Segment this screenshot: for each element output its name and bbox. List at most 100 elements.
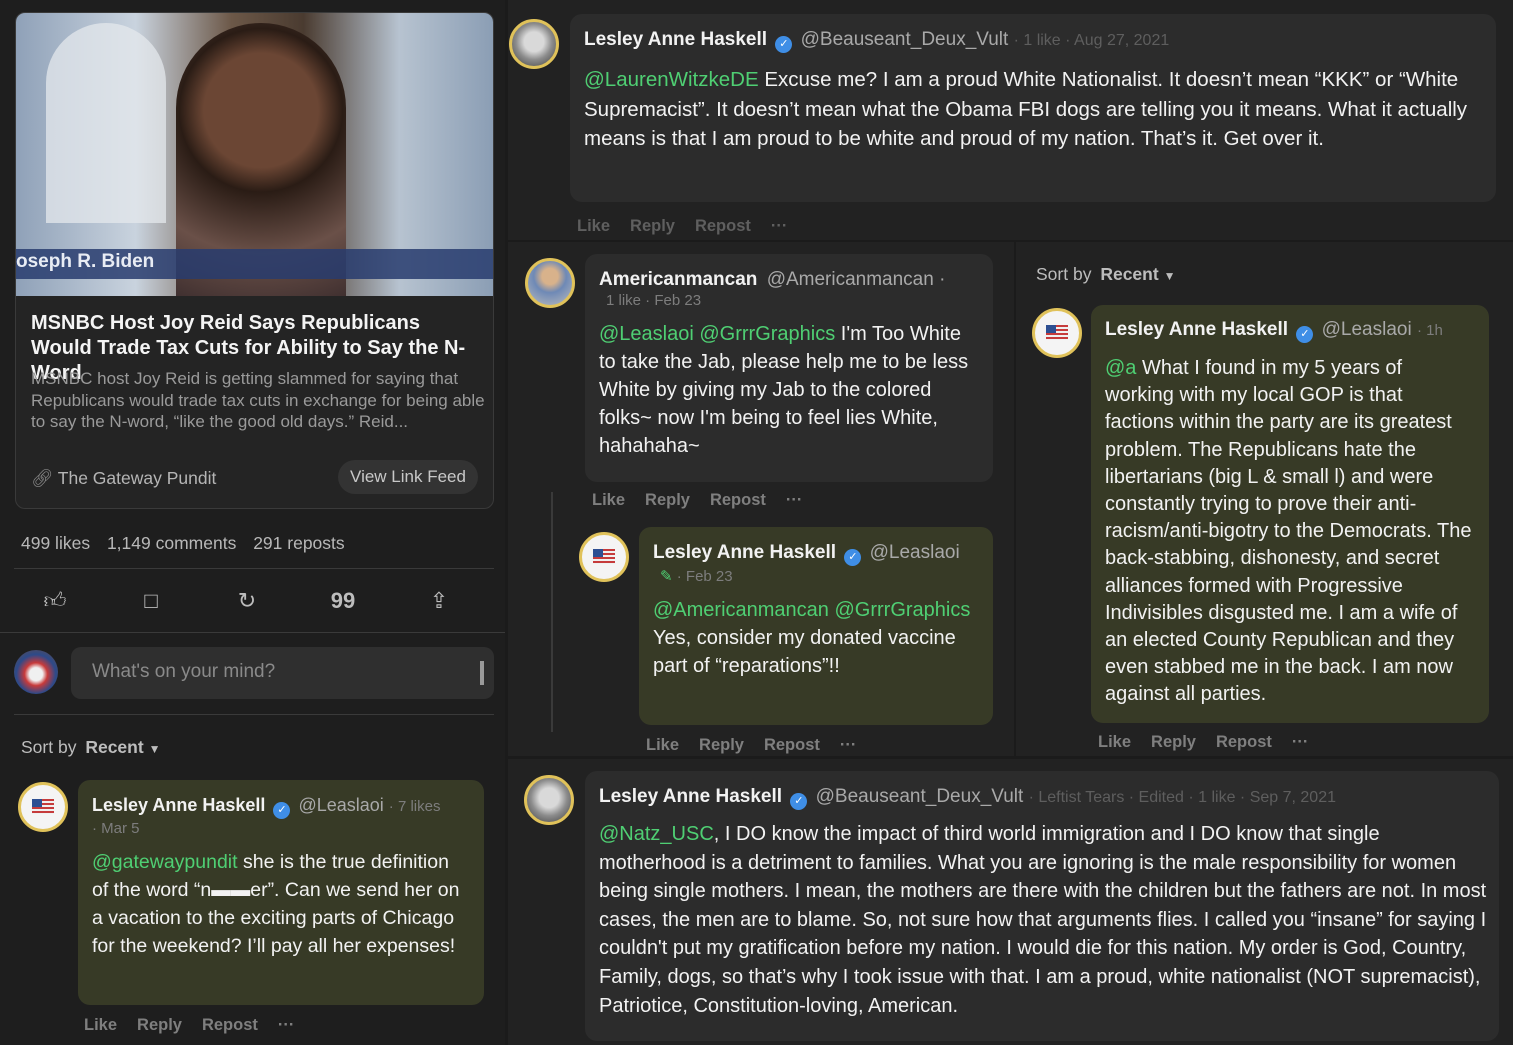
comment-body: @gatewaypundit she is the true definitio…: [92, 851, 460, 957]
comment-actions: Like Reply Repost ···: [592, 491, 822, 510]
avatar[interactable]: [18, 782, 68, 832]
comment-meta: · 1h: [1416, 322, 1443, 339]
comment-handle[interactable]: @Leaslaoi: [870, 542, 960, 563]
more-icon[interactable]: ···: [1292, 733, 1308, 751]
sort-dropdown[interactable]: Sort by Recent ▼: [21, 737, 160, 758]
repost-button[interactable]: Repost: [710, 491, 766, 509]
repost-button[interactable]: Repost: [1216, 733, 1272, 751]
mention-link[interactable]: @LaurenWitzkeDE: [584, 68, 759, 91]
reply-button[interactable]: Reply: [137, 1016, 182, 1034]
avatar[interactable]: [525, 258, 575, 308]
avatar[interactable]: [1032, 308, 1082, 358]
repost-button[interactable]: Repost: [202, 1016, 258, 1034]
comment-icon[interactable]: □: [136, 586, 166, 616]
comment-author[interactable]: Americanmancan: [599, 269, 757, 290]
comment-handle[interactable]: @Americanmancan ·: [767, 269, 946, 290]
composer-cursor: [480, 661, 484, 685]
comment-likes: · 7 likes: [388, 798, 441, 815]
comment-body: @Americanmancan @GrrrGraphics Yes, consi…: [653, 599, 971, 677]
article-stats: 499 likes 1,149 comments 291 reposts: [21, 533, 345, 554]
divider: [0, 632, 505, 633]
middle-thread-panel: Americanmancan @Americanmancan · 1 like …: [508, 242, 1014, 756]
comment-author[interactable]: Lesley Anne Haskell: [584, 29, 767, 50]
comment-meta: · Leftist Tears · Edited · 1 like · Sep …: [1028, 789, 1336, 806]
comment-body: @Leaslaoi @GrrrGraphics I'm Too White to…: [599, 323, 969, 457]
bottom-comment-panel: Lesley Anne Haskell ✓ @Beauseant_Deux_Vu…: [508, 759, 1513, 1045]
comment-bubble: Lesley Anne Haskell ✓ @Leaslaoi ✎ · Feb …: [639, 527, 993, 725]
mention-link[interactable]: @Natz_USC: [599, 823, 714, 845]
capitol-dome: [46, 23, 166, 223]
verified-icon: ✓: [790, 793, 808, 810]
avatar[interactable]: [579, 532, 629, 582]
comment-body: @Natz_USC, I DO know the impact of third…: [599, 823, 1487, 1017]
comment-actions: Like Reply Repost ···: [84, 1016, 314, 1035]
comment-handle[interactable]: @Leaslaoi: [298, 795, 383, 815]
pencil-icon: ✎: [660, 568, 673, 585]
more-icon[interactable]: ···: [786, 491, 802, 509]
mention-link[interactable]: @a: [1105, 357, 1136, 379]
composer-placeholder: What's on your mind?: [92, 661, 276, 682]
chevron-down-icon: ▼: [148, 742, 161, 756]
repost-button[interactable]: Repost: [695, 217, 751, 235]
verified-icon: ✓: [273, 802, 291, 819]
mention-link[interactable]: @gatewaypundit: [92, 851, 238, 873]
like-button[interactable]: Like: [84, 1016, 117, 1034]
share-icon[interactable]: ⇪: [424, 586, 454, 616]
reposts-count[interactable]: 291 reposts: [253, 533, 344, 553]
comment-bubble: Lesley Anne Haskell ✓ @Leaslaoi · 1h @a …: [1091, 305, 1489, 723]
comment-bubble: Lesley Anne Haskell ✓ @Beauseant_Deux_Vu…: [585, 771, 1499, 1041]
comment-bubble: Lesley Anne Haskell ✓ @Leaslaoi · 7 like…: [78, 780, 484, 1005]
comment-actions: Like Reply Repost ···: [1098, 733, 1328, 752]
comment-author[interactable]: Lesley Anne Haskell: [1105, 319, 1288, 340]
chevron-down-icon: ▼: [1163, 269, 1176, 283]
article-description: MSNBC host Joy Reid is getting slammed f…: [31, 369, 485, 431]
like-button[interactable]: Like: [646, 736, 679, 754]
link-icon: 🔗︎: [31, 468, 54, 488]
more-icon[interactable]: ···: [278, 1016, 294, 1034]
comments-count[interactable]: 1,149 comments: [107, 533, 236, 553]
verified-icon: ✓: [844, 549, 862, 566]
mention-link[interactable]: @Leaslaoi @GrrrGraphics: [599, 323, 835, 345]
comment-actions: Like Reply Repost ···: [646, 736, 876, 755]
quote-icon[interactable]: 99: [328, 586, 358, 616]
left-column: oseph R. Biden MSNBC Host Joy Reid Says …: [0, 0, 505, 1045]
divider: [14, 568, 494, 569]
comment-meta: · 1 like · Aug 27, 2021: [1013, 32, 1170, 49]
article-image: oseph R. Biden: [16, 13, 493, 296]
comment-handle[interactable]: @Beauseant_Deux_Vult: [816, 786, 1024, 807]
mention-link[interactable]: @Americanmancan @GrrrGraphics: [653, 599, 970, 621]
comment-author[interactable]: Lesley Anne Haskell: [599, 786, 782, 807]
avatar[interactable]: [524, 775, 574, 825]
comment-date: · Mar 5: [92, 820, 140, 837]
comment-handle[interactable]: @Leaslaoi: [1322, 319, 1412, 340]
reply-button[interactable]: Reply: [699, 736, 744, 754]
likes-count[interactable]: 499 likes: [21, 533, 90, 553]
article-card[interactable]: oseph R. Biden MSNBC Host Joy Reid Says …: [15, 12, 494, 509]
article-source[interactable]: 🔗︎ The Gateway Pundit: [31, 468, 216, 489]
verified-icon: ✓: [1296, 326, 1314, 343]
like-button[interactable]: Like: [577, 217, 610, 235]
comment-handle[interactable]: @Beauseant_Deux_Vult: [801, 29, 1009, 50]
composer-avatar[interactable]: [14, 650, 58, 694]
thread-line: [551, 492, 553, 732]
image-caption: oseph R. Biden: [16, 251, 155, 272]
repost-button[interactable]: Repost: [764, 736, 820, 754]
top-comment-panel: Lesley Anne Haskell ✓ @Beauseant_Deux_Vu…: [508, 0, 1513, 240]
sort-dropdown[interactable]: Sort by Recent ▼: [1036, 264, 1175, 285]
view-link-feed-button[interactable]: View Link Feed: [338, 460, 478, 494]
comment-author[interactable]: Lesley Anne Haskell: [653, 542, 836, 563]
avatar[interactable]: [509, 19, 559, 69]
composer-input[interactable]: What's on your mind?: [71, 647, 494, 699]
more-icon[interactable]: ···: [840, 736, 856, 754]
more-icon[interactable]: ···: [771, 217, 787, 235]
comment-author[interactable]: Lesley Anne Haskell: [92, 795, 265, 815]
comment-bubble: Lesley Anne Haskell ✓ @Beauseant_Deux_Vu…: [570, 14, 1496, 202]
reply-button[interactable]: Reply: [630, 217, 675, 235]
like-button[interactable]: Like: [1098, 733, 1131, 751]
reply-button[interactable]: Reply: [1151, 733, 1196, 751]
thumbs-up-icon[interactable]: 👍︎: [40, 586, 70, 616]
like-button[interactable]: Like: [592, 491, 625, 509]
comment-actions: Like Reply Repost ···: [577, 217, 807, 236]
repost-icon[interactable]: ↻: [232, 586, 262, 616]
reply-button[interactable]: Reply: [645, 491, 690, 509]
